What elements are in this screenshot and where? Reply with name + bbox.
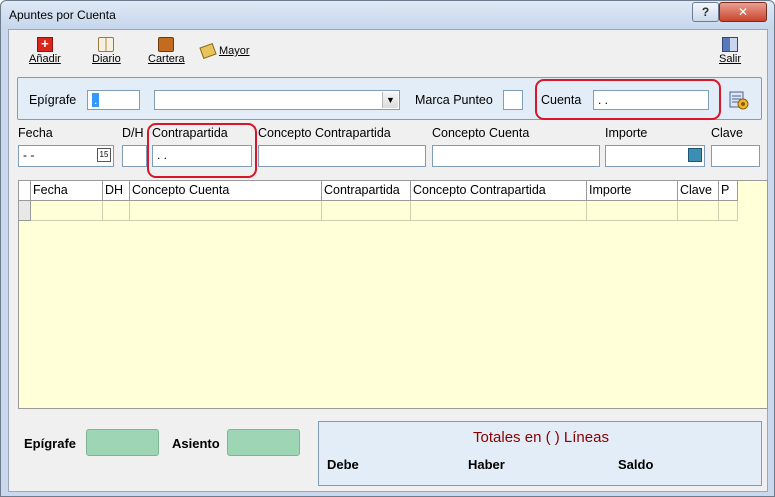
importe-input[interactable]	[605, 145, 705, 167]
grid-corner	[19, 181, 31, 201]
cell-importe[interactable]	[587, 201, 678, 221]
add-icon: +	[36, 37, 53, 52]
col-header-concepto-cuenta[interactable]: Concepto Cuenta	[130, 181, 322, 201]
footer-epigrafe-field	[86, 429, 159, 456]
concepto-contrapartida-input[interactable]	[258, 145, 426, 167]
footer-asiento-field	[227, 429, 300, 456]
col-header-p[interactable]: P	[719, 181, 738, 201]
epigrafe-filter-value: .	[92, 93, 100, 107]
cuenta-highlight	[535, 79, 721, 120]
marca-punteo-input[interactable]	[503, 90, 523, 110]
cell-fecha[interactable]	[31, 201, 103, 221]
client-area: + Añadir Diario Cartera Mayor Salir Epíg…	[8, 29, 768, 492]
dh-input[interactable]	[122, 145, 147, 167]
clave-input[interactable]	[711, 145, 760, 167]
cartera-button[interactable]: Cartera	[148, 37, 185, 65]
entries-grid[interactable]: Fecha DH Concepto Cuenta Contrapartida C…	[18, 180, 768, 409]
epigrafe-filter-label: Epígrafe	[29, 93, 77, 107]
window-title: Apuntes por Cuenta	[9, 8, 116, 22]
grid-header: Fecha DH Concepto Cuenta Contrapartida C…	[19, 181, 767, 201]
col-header-dh[interactable]: DH	[103, 181, 130, 201]
book-icon	[98, 37, 115, 52]
saldo-label: Saldo	[618, 457, 654, 472]
clave-label: Clave	[711, 126, 743, 140]
cell-p[interactable]	[719, 201, 738, 221]
debe-label: Debe	[327, 457, 359, 472]
importe-label: Importe	[605, 126, 648, 140]
ledger-icon	[199, 42, 217, 60]
epigrafe-filter-input[interactable]: .	[87, 90, 140, 110]
chevron-down-icon[interactable]: ▼	[382, 92, 398, 108]
cell-dh[interactable]	[103, 201, 130, 221]
toolbar: + Añadir Diario Cartera Mayor Salir	[9, 30, 767, 72]
fecha-value: - -	[23, 148, 35, 162]
epigrafe-dropdown-value	[155, 91, 159, 105]
exit-door-icon	[722, 37, 738, 52]
cell-clave[interactable]	[678, 201, 719, 221]
main-window: Apuntes por Cuenta ? ✕ + Añadir Diario C…	[0, 0, 775, 497]
totals-title: Totales en ( ) Líneas	[473, 429, 609, 446]
calculator-icon[interactable]	[688, 148, 702, 162]
col-header-clave[interactable]: Clave	[678, 181, 719, 201]
mayor-button[interactable]: Mayor	[199, 42, 250, 60]
fecha-label: Fecha	[18, 126, 53, 140]
concepto-cuenta-label: Concepto Cuenta	[432, 126, 530, 140]
cell-concepto-contrapartida[interactable]	[411, 201, 587, 221]
concepto-contrapartida-label: Concepto Contrapartida	[258, 126, 391, 140]
salir-label: Salir	[719, 53, 742, 65]
col-header-contrapartida[interactable]: Contrapartida	[322, 181, 411, 201]
search-accounts-icon[interactable]	[728, 89, 750, 111]
dh-label: D/H	[122, 126, 144, 140]
col-header-importe[interactable]: Importe	[587, 181, 678, 201]
footer-asiento-label: Asiento	[172, 436, 220, 451]
close-button[interactable]: ✕	[719, 2, 767, 22]
cell-concepto-cuenta[interactable]	[130, 201, 322, 221]
help-button[interactable]: ?	[692, 2, 719, 22]
diario-label: Diario	[92, 53, 121, 65]
totals-panel: Totales en ( ) Líneas Debe Haber Saldo	[318, 421, 762, 486]
add-button[interactable]: + Añadir	[29, 37, 61, 65]
marca-punteo-label: Marca Punteo	[415, 93, 493, 107]
col-header-fecha[interactable]: Fecha	[31, 181, 103, 201]
calendar-icon[interactable]: 15	[97, 148, 111, 162]
mayor-label: Mayor	[219, 45, 250, 57]
diario-button[interactable]: Diario	[92, 37, 121, 65]
briefcase-icon	[158, 37, 175, 52]
table-row[interactable]	[19, 201, 767, 221]
concepto-cuenta-input[interactable]	[432, 145, 600, 167]
epigrafe-dropdown[interactable]: ▼	[154, 90, 400, 110]
footer-epigrafe-label: Epígrafe	[24, 436, 77, 451]
fecha-input[interactable]: - - 15	[18, 145, 114, 167]
cartera-label: Cartera	[148, 53, 185, 65]
cell-contrapartida[interactable]	[322, 201, 411, 221]
haber-label: Haber	[468, 457, 505, 472]
contrapartida-highlight	[147, 123, 257, 178]
add-label: Añadir	[29, 53, 61, 65]
title-bar: Apuntes por Cuenta ? ✕	[1, 1, 774, 29]
col-header-concepto-contrapartida[interactable]: Concepto Contrapartida	[411, 181, 587, 201]
salir-button[interactable]: Salir	[719, 37, 741, 65]
